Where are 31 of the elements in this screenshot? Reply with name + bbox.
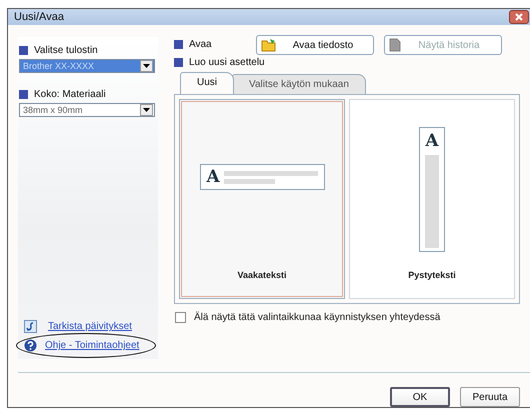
dropdown[interactable]: 38mm x 90mm	[19, 103, 155, 117]
square-bullet-icon	[174, 58, 183, 67]
window-title: Uusi/Avaa	[14, 11, 64, 23]
preview-letter: A	[206, 167, 220, 187]
square-bullet-icon	[19, 46, 28, 55]
button[interactable]: OK	[390, 387, 450, 407]
tab[interactable]: Valitse käytön mukaan	[232, 74, 366, 94]
layout-option[interactable]: A Vaakateksti	[179, 99, 345, 299]
preview-letter: A	[425, 130, 439, 150]
field-label: Koko: Materiaali	[34, 89, 106, 100]
close-icon	[513, 12, 525, 22]
section-label: Avaa	[189, 39, 212, 50]
field-label: Valitse tulostin	[34, 45, 98, 56]
tab[interactable]: Uusi	[180, 72, 234, 94]
button: Näytä historia	[384, 35, 502, 55]
folder-icon	[261, 38, 277, 52]
text-line-placeholder	[224, 178, 276, 184]
checkbox[interactable]	[175, 312, 186, 323]
section-label: Luo uusi asettelu	[189, 57, 265, 68]
link[interactable]: Ohje - Toimintaohjeet	[45, 340, 140, 351]
square-bullet-icon	[174, 40, 183, 49]
button[interactable]: Peruuta	[460, 387, 520, 407]
square-bullet-icon	[19, 90, 28, 99]
close-button[interactable]	[509, 10, 529, 24]
button[interactable]: Avaa tiedosto	[256, 35, 374, 55]
layout-option[interactable]: A Pystyteksti	[349, 99, 515, 299]
help-icon	[24, 339, 37, 352]
refresh-arrow-icon	[24, 320, 37, 333]
link[interactable]: Tarkista päivitykset	[48, 321, 132, 332]
checkbox-label: Älä näytä tätä valintaikkunaa käynnistyksen yhteydessä	[194, 312, 440, 323]
document-icon	[389, 38, 401, 52]
